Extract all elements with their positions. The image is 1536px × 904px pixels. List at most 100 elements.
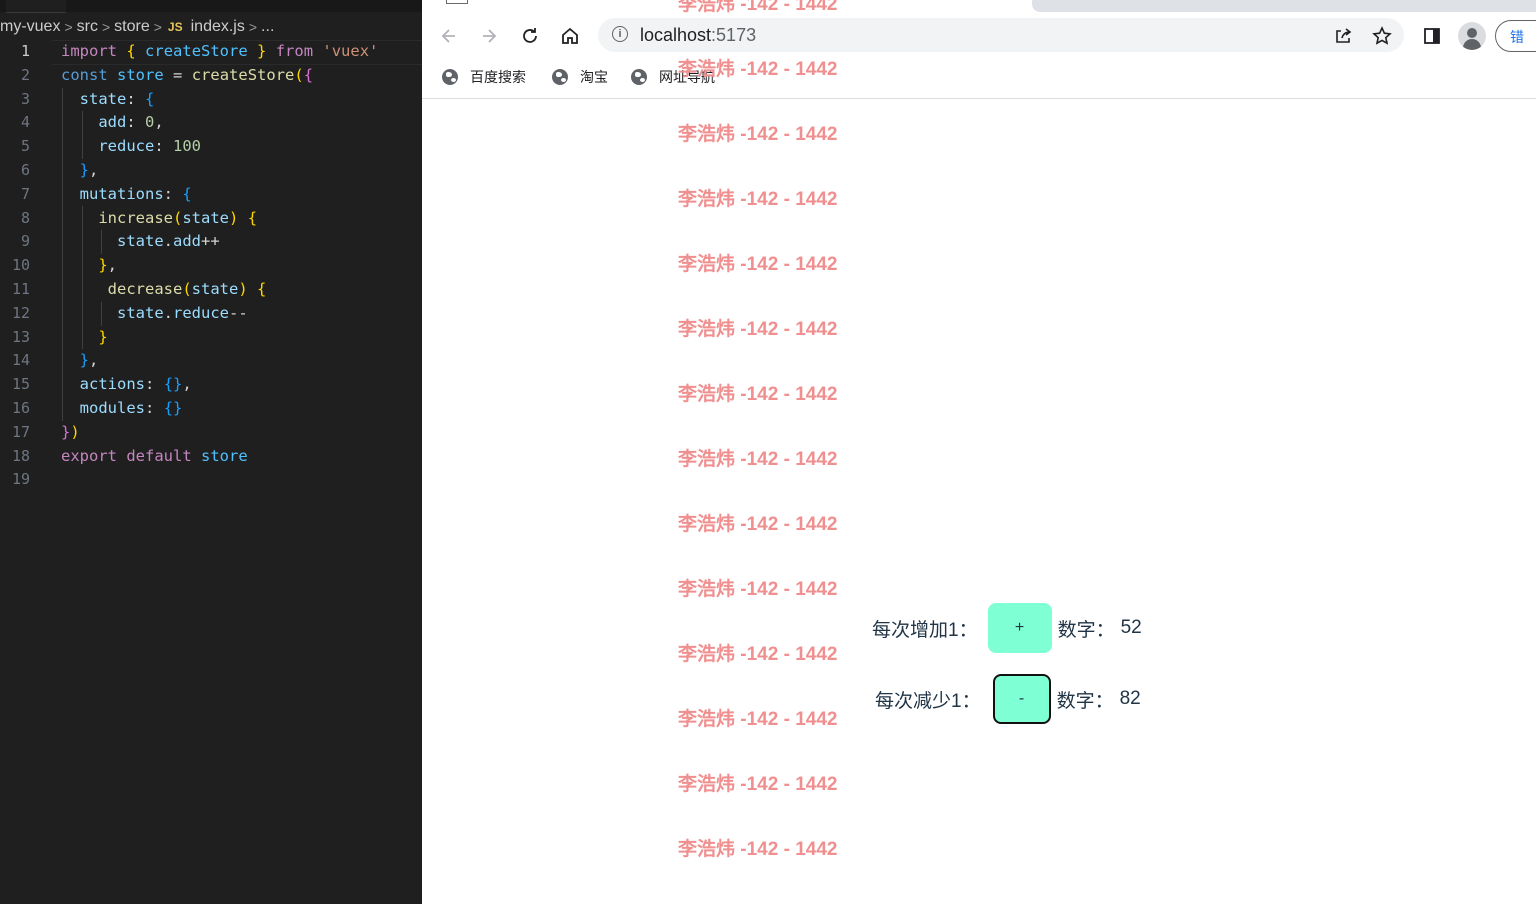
line-number: 14 [11,351,30,370]
code-token: ( [182,279,192,298]
line-number: 19 [11,470,30,489]
globe-icon [442,69,458,85]
code-token: { [145,89,155,108]
code-token: : [145,375,155,394]
code-line-15[interactable]: 15 actions: {}, [0,373,422,397]
code-line-3[interactable]: 3 state: { [0,88,422,112]
code-token: } [61,422,71,441]
code-token: , [89,351,99,370]
code-line-5[interactable]: 5 reduce: 100 [0,135,422,159]
code-token: state [79,89,127,108]
back-arrow-icon[interactable] [435,22,463,50]
increase-button[interactable]: + [987,603,1052,653]
code-line-2[interactable]: 2 const store = createStore({ [0,64,422,88]
code-token: ) [238,279,248,298]
code-line-16[interactable]: 16 modules: {} [0,397,422,421]
code-token: add [98,113,127,132]
globe-icon [552,69,568,85]
share-icon[interactable] [1332,25,1354,47]
code-line-1[interactable]: 1 import { createStore } from 'vuex' [0,40,422,65]
page-content: 每次增加1： + 数字： 52 每次减少1： - 数字： 82 [422,0,1536,904]
profile-icon[interactable] [1458,22,1486,50]
browser-window: 每次增加1： + 数字： 52 每次减少1： - 数字： 82 i localh… [422,0,1536,904]
breadcrumb-item-symbol[interactable]: ... [261,18,274,36]
code-token: , [89,160,99,179]
url-text[interactable]: localhost:5173 [640,18,756,52]
code-line-8[interactable]: 8 increase(state) { [0,207,422,231]
code-token: { [303,65,314,84]
toolbar-divider [422,98,1536,99]
line-number: 7 [20,184,30,203]
code-token: reduce [173,303,230,322]
code-token: 0 [145,113,155,132]
code-token: : [126,89,136,108]
bookmark-taobao[interactable]: 淘宝 [552,66,608,88]
code-token: . [163,232,174,251]
info-icon[interactable]: i [612,26,628,42]
line-number: 17 [11,422,30,441]
code-line-4[interactable]: 4 add: 0, [0,111,422,135]
code-line-17[interactable]: 17}) [0,421,422,445]
javascript-file-icon: JS [167,20,183,34]
code-line-13[interactable]: 13 } [0,326,422,350]
breadcrumb-item-project[interactable]: my-vuex [0,18,60,36]
star-icon[interactable] [1371,25,1393,47]
code-token: { [257,279,267,298]
decrease-button[interactable]: - [992,674,1051,724]
code-line-11[interactable]: 11 decrease(state) { [0,278,422,302]
decrease-count-value: 82 [1119,688,1141,709]
side-panel-icon[interactable] [1418,22,1446,50]
code-line-10[interactable]: 10 }, [0,254,422,278]
forward-arrow-icon[interactable] [475,22,503,50]
breadcrumb-item-file[interactable]: index.js [191,18,245,36]
bookmark-label: 淘宝 [580,69,608,85]
bookmark-baidu[interactable]: 百度搜索 [442,66,526,88]
code-line-9[interactable]: 9 state.add++ [0,230,422,254]
code-token: reduce [98,137,155,156]
editor-tab[interactable] [6,0,66,13]
code-line-18[interactable]: 18 export default store [0,445,422,469]
code-line-19[interactable]: 19 [0,468,422,492]
globe-icon [631,69,647,85]
update-button[interactable]: 错 [1495,20,1536,52]
code-token: const [61,65,108,84]
decrease-label: 每次减少1： [875,690,981,712]
code-token: ) [70,422,80,441]
line-number: 9 [20,232,30,251]
code-line-14[interactable]: 14 }, [0,349,422,373]
increase-count-value: 52 [1120,617,1142,638]
breadcrumb-item-src[interactable]: src [77,18,98,36]
code-token: } [98,256,108,275]
code-area[interactable]: 1 import { createStore } from 'vuex' 2 con… [0,40,422,492]
url-host: localhost [640,25,712,45]
address-bar[interactable]: i localhost:5173 [598,18,1404,52]
code-token: = [173,65,183,84]
code-token: { [182,184,192,203]
home-icon[interactable] [556,22,584,50]
code-token: } [98,327,108,346]
code-token: from [275,42,314,60]
chevron-right-icon: > [248,19,258,35]
code-line-12[interactable]: 12 state.reduce-- [0,302,422,326]
code-line-7[interactable]: 7 mutations: { [0,183,422,207]
decrease-count-label: 数字： [1056,690,1114,712]
reload-icon[interactable] [516,22,544,50]
increase-row: 每次增加1： + 数字： 52 [872,603,1142,653]
code-token: , [182,375,192,394]
line-number: 18 [11,446,30,465]
inactive-tab-area[interactable] [1032,0,1536,12]
bookmark-nav[interactable]: 网址导航 [631,66,715,88]
code-token: : [154,137,164,156]
code-token: , [107,256,118,275]
line-number: 6 [20,160,30,179]
line-number: 1 [20,42,30,60]
code-token: modules [79,398,145,417]
code-token: actions [79,375,145,394]
code-line-6[interactable]: 6 }, [0,159,422,183]
increase-count-label: 数字： [1057,619,1115,641]
code-token: ( [294,65,304,84]
code-editor[interactable]: my-vuex > src > store > JS index.js > ... 1i… [0,0,422,904]
tab-strip [422,0,1536,14]
breadcrumb-item-store[interactable]: store [114,18,150,36]
tab-favicon-icon[interactable] [446,0,468,4]
